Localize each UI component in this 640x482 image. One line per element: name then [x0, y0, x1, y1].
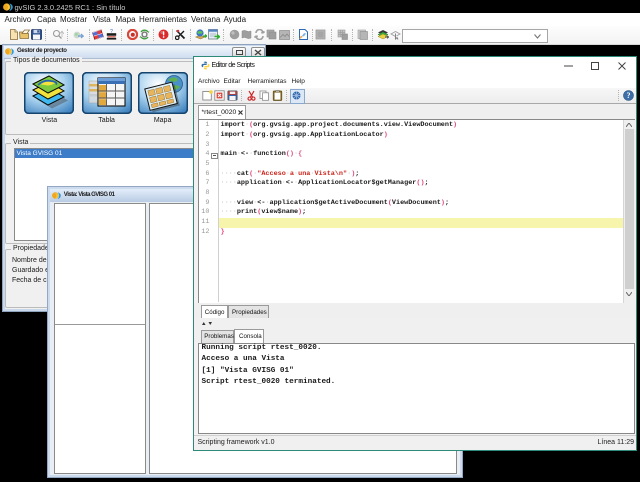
- svg-text:?: ?: [627, 91, 631, 100]
